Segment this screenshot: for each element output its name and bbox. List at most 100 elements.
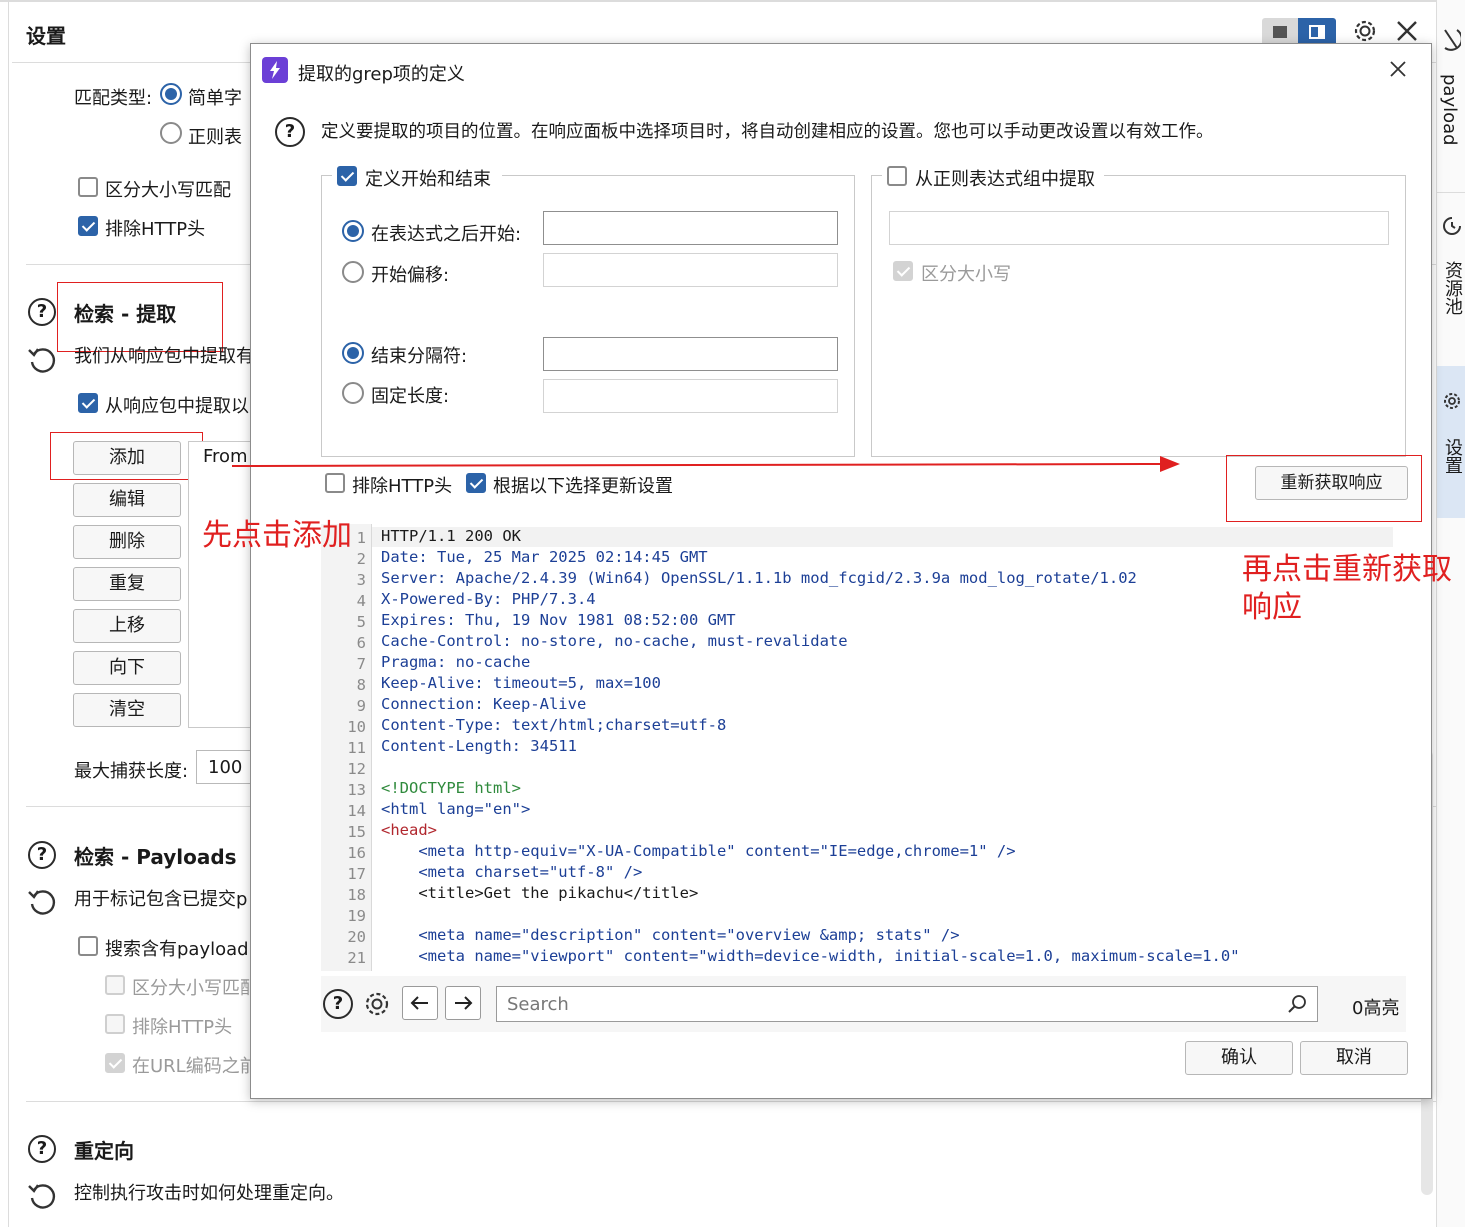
- gear-icon[interactable]: [1350, 16, 1380, 46]
- code-line[interactable]: Cache-Control: no-store, no-cache, must-…: [381, 632, 848, 650]
- dialog-close-icon[interactable]: [1386, 57, 1410, 81]
- match-regex-label: 正则表: [188, 127, 242, 148]
- edit-button[interactable]: 编辑: [73, 483, 181, 517]
- search-placeholder: Search: [507, 994, 569, 1015]
- start-offset-radio[interactable]: [342, 261, 364, 283]
- payload-exclude-label: 排除HTTP头: [132, 1017, 233, 1038]
- extract-checkbox[interactable]: [78, 393, 98, 413]
- max-capture-label: 最大捕获长度:: [74, 761, 189, 782]
- arrow-right-icon: [455, 996, 473, 1010]
- help-icon[interactable]: ?: [275, 117, 305, 147]
- regex-input[interactable]: [889, 211, 1389, 245]
- start-after-input[interactable]: [543, 211, 838, 245]
- code-line[interactable]: <meta charset="utf-8" />: [381, 863, 642, 881]
- cancel-button[interactable]: 取消: [1300, 1041, 1408, 1075]
- line-number: 6: [356, 634, 366, 652]
- move-up-button[interactable]: 上移: [73, 609, 181, 643]
- arrow-left-icon: [410, 996, 428, 1010]
- code-line[interactable]: Expires: Thu, 19 Nov 1981 08:52:00 GMT: [381, 611, 736, 629]
- search-settings-gear-icon[interactable]: [361, 988, 393, 1020]
- highlight-count: 0高亮: [1352, 998, 1400, 1019]
- code-line[interactable]: <meta name="viewport" content="width=dev…: [381, 947, 1239, 965]
- fixed-length-input[interactable]: [543, 379, 838, 413]
- line-number: 14: [347, 802, 366, 820]
- code-line[interactable]: <html lang="en">: [381, 800, 530, 818]
- line-number: 15: [347, 823, 366, 841]
- tab-payload[interactable]: payload: [1437, 20, 1465, 190]
- code-line[interactable]: X-Powered-By: PHP/7.3.4: [381, 590, 596, 608]
- clear-button[interactable]: 清空: [73, 693, 181, 727]
- line-number: 13: [347, 781, 366, 799]
- help-icon[interactable]: ?: [28, 841, 56, 869]
- search-payload-label: 搜索含有payload: [105, 939, 249, 960]
- code-line[interactable]: Keep-Alive: timeout=5, max=100: [381, 674, 661, 692]
- line-number: 4: [356, 592, 366, 610]
- tab-settings[interactable]: 设置: [1437, 366, 1465, 518]
- code-line[interactable]: Connection: Keep-Alive: [381, 695, 586, 713]
- start-offset-input[interactable]: [543, 253, 838, 287]
- restore-defaults-icon[interactable]: [26, 1180, 58, 1212]
- line-number: 3: [356, 571, 366, 589]
- match-simple-label: 简单字: [188, 88, 242, 109]
- payload-exclude-checkbox: [105, 1014, 125, 1034]
- help-icon[interactable]: ?: [323, 989, 353, 1019]
- start-offset-label: 开始偏移:: [371, 265, 450, 286]
- case-sensitive-checkbox[interactable]: [78, 177, 98, 197]
- grep-payloads-desc: 用于标记包含已提交p: [74, 889, 248, 910]
- tab-divider: [1437, 192, 1465, 193]
- code-line[interactable]: Content-Type: text/html;charset=utf-8: [381, 716, 726, 734]
- code-line[interactable]: <!DOCTYPE html>: [381, 779, 521, 797]
- code-line[interactable]: HTTP/1.1 200 OK: [381, 527, 521, 545]
- start-after-radio[interactable]: [342, 220, 364, 242]
- restore-defaults-icon[interactable]: [26, 344, 58, 376]
- code-line[interactable]: Pragma: no-cache: [381, 653, 530, 671]
- exclude-http-checkbox[interactable]: [78, 216, 98, 236]
- layout-toggle-left[interactable]: [1262, 18, 1298, 46]
- top-border: [0, 0, 1436, 2]
- code-line[interactable]: <meta http-equiv="X-UA-Compatible" conte…: [381, 842, 1015, 860]
- help-icon[interactable]: ?: [28, 298, 56, 326]
- code-line[interactable]: Content-Length: 34511: [381, 737, 577, 755]
- line-number: 12: [347, 760, 366, 778]
- max-capture-value: 100: [208, 757, 243, 778]
- grep-payloads-title: 检索 - Payloads: [74, 845, 237, 869]
- close-icon[interactable]: [1394, 18, 1420, 44]
- help-icon[interactable]: ?: [28, 1135, 56, 1163]
- regex-case-label: 区分大小写: [921, 264, 1011, 285]
- section-divider: [26, 1101, 1436, 1102]
- line-number: 10: [347, 718, 366, 736]
- line-number: 7: [356, 655, 366, 673]
- line-number: 19: [347, 907, 366, 925]
- match-regex-radio[interactable]: [160, 122, 182, 144]
- fixed-length-radio[interactable]: [342, 382, 364, 404]
- delete-button[interactable]: 删除: [73, 525, 181, 559]
- dialog-title: 提取的grep项的定义: [298, 64, 465, 85]
- ok-button[interactable]: 确认: [1185, 1041, 1293, 1075]
- move-down-button[interactable]: 向下: [73, 651, 181, 685]
- line-number: 11: [347, 739, 366, 757]
- match-simple-radio[interactable]: [160, 83, 182, 105]
- code-line[interactable]: Date: Tue, 25 Mar 2025 02:14:45 GMT: [381, 548, 708, 566]
- restore-defaults-icon[interactable]: [26, 886, 58, 918]
- search-next-button[interactable]: [445, 986, 481, 1020]
- code-line[interactable]: Server: Apache/2.4.39 (Win64) OpenSSL/1.…: [381, 569, 1137, 587]
- define-start-end-checkbox[interactable]: [337, 166, 357, 186]
- search-input[interactable]: [496, 986, 1318, 1022]
- extract-regex-checkbox[interactable]: [887, 166, 907, 186]
- search-icon[interactable]: [1285, 992, 1309, 1016]
- code-line[interactable]: <meta name="description" content="overvi…: [381, 926, 959, 944]
- code-line[interactable]: <title>Get the pikachu</title>: [381, 884, 698, 902]
- line-number: 9: [356, 697, 366, 715]
- tab-resource-pool[interactable]: 资源池: [1437, 205, 1465, 355]
- search-prev-button[interactable]: [402, 986, 438, 1020]
- redirect-desc: 控制执行攻击时如何处理重定向。: [74, 1183, 344, 1204]
- search-payload-checkbox[interactable]: [78, 936, 98, 956]
- end-delimiter-radio[interactable]: [342, 342, 364, 364]
- layout-toggle-right[interactable]: [1298, 18, 1336, 46]
- line-number: 21: [347, 949, 366, 967]
- fixed-length-label: 固定长度:: [371, 386, 450, 407]
- annotation-add-box: [50, 432, 203, 480]
- repeat-button[interactable]: 重复: [73, 567, 181, 601]
- end-delimiter-input[interactable]: [543, 337, 838, 371]
- code-line[interactable]: <head>: [381, 821, 437, 839]
